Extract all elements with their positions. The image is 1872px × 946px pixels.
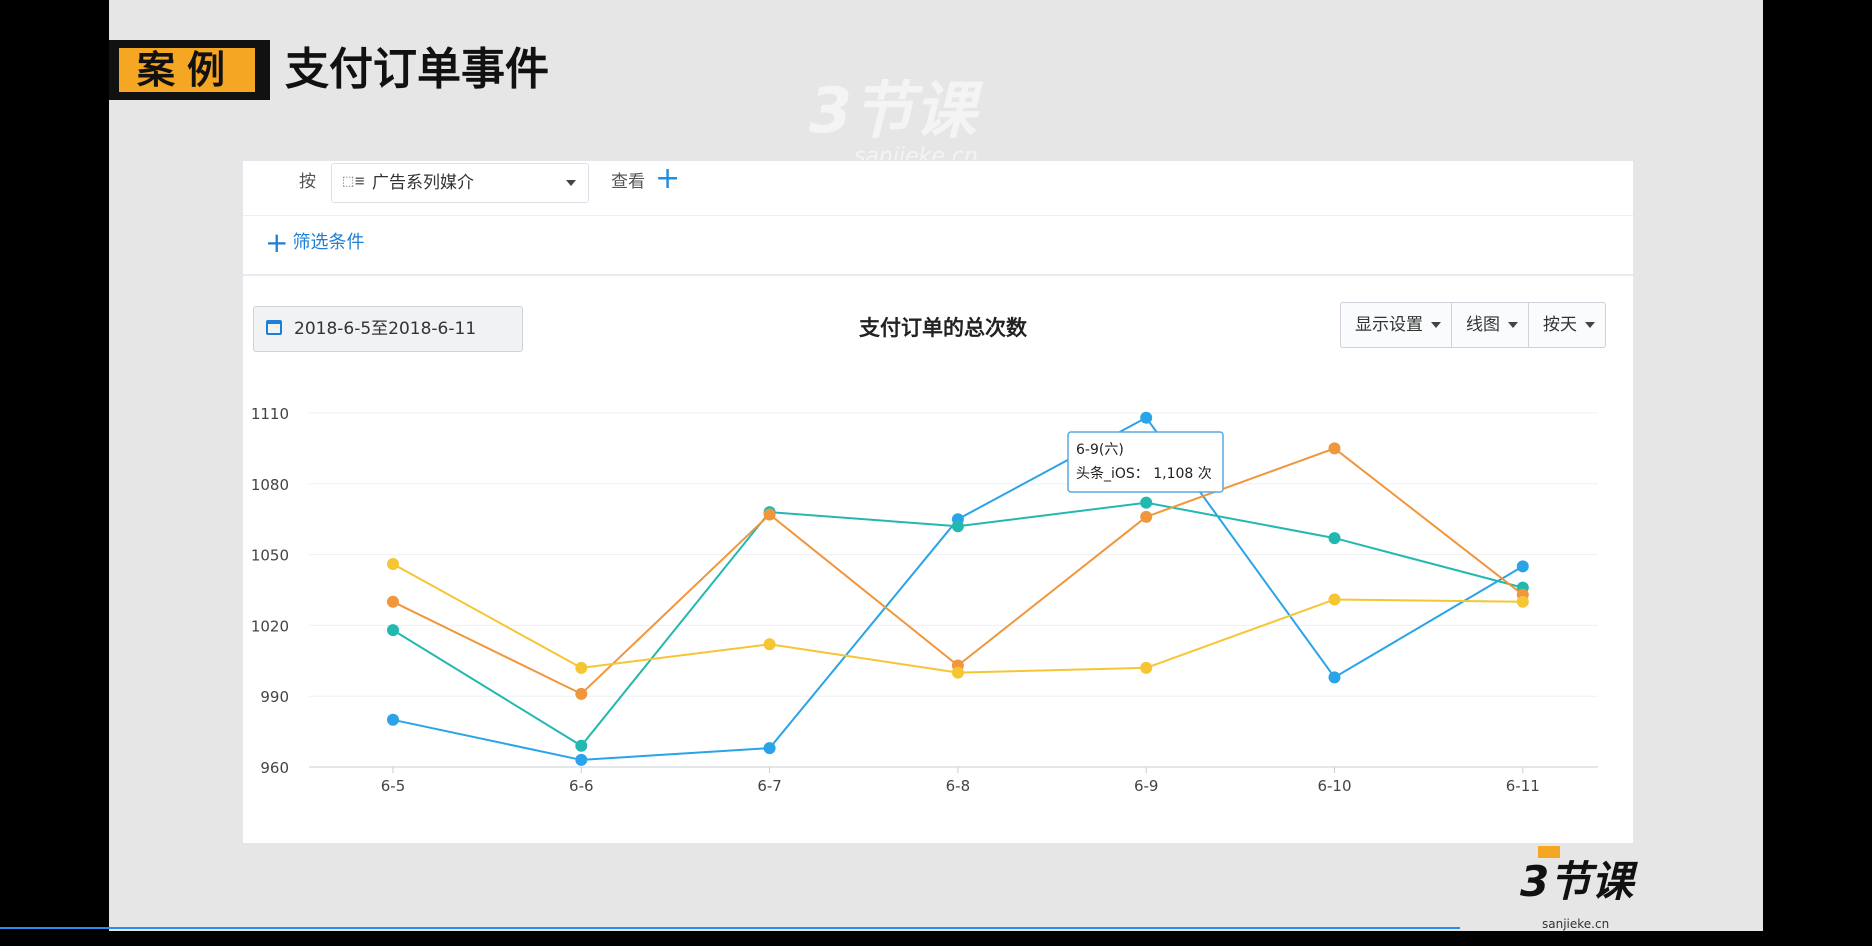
data-point xyxy=(1140,661,1153,674)
watermark-text: 3节课 xyxy=(809,74,977,147)
x-tick-label: 6-10 xyxy=(1317,777,1351,795)
x-tick-label: 6-5 xyxy=(381,777,406,795)
display-settings-label: 显示设置 xyxy=(1355,315,1423,335)
brand-logo-text: 3节课 xyxy=(1520,857,1634,906)
data-point xyxy=(1516,560,1529,573)
chevron-down-icon xyxy=(1585,322,1595,328)
brand-logo-url: sanjieke.cn xyxy=(1542,917,1610,931)
data-point xyxy=(1140,510,1153,523)
series-line xyxy=(392,501,1524,748)
analytics-panel: 按 ⬚≡ 广告系列媒介 查看 + + 筛选条件 960 990 1020 1050 108… xyxy=(242,160,1634,844)
tooltip-date: 6-9(六) xyxy=(1076,442,1124,458)
calendar-icon xyxy=(266,320,282,335)
tooltip-box xyxy=(1067,431,1224,493)
x-tick-label: 6-6 xyxy=(569,777,594,795)
crown-icon xyxy=(1538,846,1560,858)
date-range-picker[interactable]: 2018-6-5至2018-6-11 xyxy=(253,306,523,352)
tooltip-value: 头条_iOS： 1,108 次 xyxy=(1076,465,1212,482)
data-point xyxy=(763,508,776,521)
y-tick-label: 1050 xyxy=(251,547,289,565)
case-badge-label: 案例 xyxy=(119,48,255,92)
data-point xyxy=(575,753,588,766)
y-tick-label: 960 xyxy=(260,759,289,777)
data-point xyxy=(575,687,588,700)
video-progress-bar[interactable] xyxy=(0,927,1460,929)
x-tick-label: 6-8 xyxy=(946,777,971,795)
y-tick-label: 990 xyxy=(260,688,289,706)
granularity-button[interactable]: 按天 xyxy=(1529,303,1605,347)
x-tick-label: 6-7 xyxy=(757,777,782,795)
data-point xyxy=(1328,442,1341,455)
series-line xyxy=(392,563,1523,674)
chart-type-button[interactable]: 线图 xyxy=(1452,303,1529,347)
data-point xyxy=(763,638,776,651)
case-badge: 案例 xyxy=(109,40,270,100)
data-point xyxy=(1328,532,1341,545)
slide: 案例 支付订单事件 3节课 sanjieke.cn 按 ⬚≡ 广告系列媒介 查看… xyxy=(109,0,1763,931)
brand-logo: 3节课 sanjieke.cn xyxy=(1520,846,1634,931)
y-tick-label: 1020 xyxy=(251,617,289,635)
line-chart: 960 990 1020 1050 1080 1110 6-5 6-6 6-7 6-8 6-9 6-1… xyxy=(251,405,1598,795)
x-tick-label: 6-9 xyxy=(1134,777,1159,795)
data-point xyxy=(387,713,399,726)
y-tick-label: 1110 xyxy=(251,405,289,423)
data-point xyxy=(387,624,399,637)
data-point xyxy=(1516,595,1529,608)
data-point xyxy=(1140,496,1153,509)
chevron-down-icon xyxy=(1508,322,1518,328)
data-point xyxy=(951,666,964,679)
y-tick-label: 1080 xyxy=(251,476,289,494)
display-settings-button[interactable]: 显示设置 xyxy=(1341,303,1452,347)
data-point xyxy=(951,520,964,533)
chart-type-label: 线图 xyxy=(1466,315,1500,335)
data-point xyxy=(387,595,399,608)
chart-controls: 显示设置 线图 按天 xyxy=(1340,302,1606,348)
series-line xyxy=(392,416,1524,761)
data-point xyxy=(1140,411,1153,424)
granularity-label: 按天 xyxy=(1543,315,1577,335)
watermark: 3节课 sanjieke.cn xyxy=(809,60,978,169)
chart-title: 支付订单的总次数 xyxy=(859,316,1027,340)
data-point xyxy=(575,739,588,752)
x-tick-label: 6-11 xyxy=(1506,777,1540,795)
slide-title: 支付订单事件 xyxy=(285,44,549,95)
data-point xyxy=(1328,671,1341,684)
chevron-down-icon xyxy=(1431,322,1441,328)
data-point xyxy=(575,661,588,674)
data-point xyxy=(1328,593,1341,606)
date-range-text: 2018-6-5至2018-6-11 xyxy=(294,319,477,339)
data-point xyxy=(387,558,399,571)
data-point xyxy=(763,742,776,755)
